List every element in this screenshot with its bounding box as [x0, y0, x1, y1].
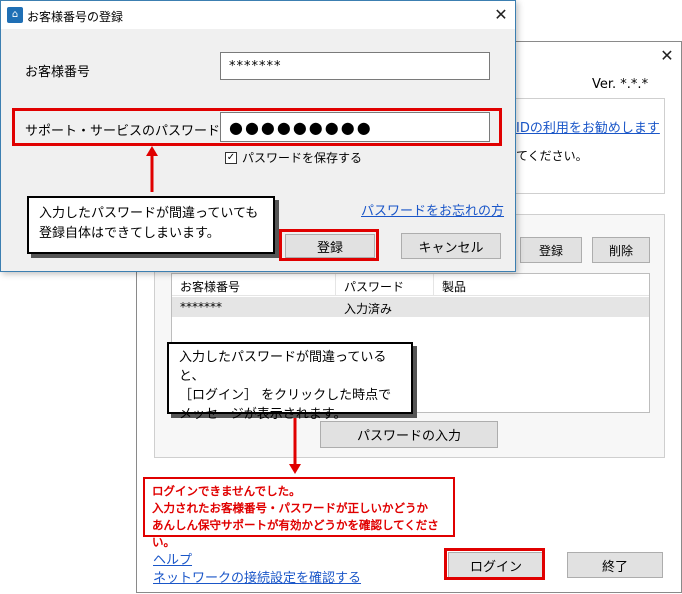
callout-line: 入力したパスワードが間違っていても	[39, 206, 259, 221]
login-error-message: ログインできませんでした。 入力されたお客様番号・パスワードが正しいかどうか あ…	[143, 477, 455, 549]
error-line: 入力されたお客様番号・パスワードが正しいかどうか	[152, 501, 428, 515]
callout-login-warning: 入力したパスワードが間違っていると、 ［ログイン］ をクリックした時点で メッセ…	[167, 342, 413, 422]
arrow-down-head	[289, 464, 301, 474]
arrow-up-head	[146, 146, 158, 156]
error-line: ログインできませんでした。	[152, 484, 301, 498]
callout-line: 登録自体はできてしまいます。	[39, 226, 220, 241]
callout-register-warning: 入力したパスワードが間違っていても 登録自体はできてしまいます。	[27, 196, 275, 254]
callout-line: メッセージが表示されます。	[179, 407, 347, 422]
error-line: あんしん保守サポートが有効かどうかを確認してください。	[152, 518, 439, 549]
callout-line: ［ログイン］ をクリックした時点で	[179, 388, 392, 403]
callout-line: 入力したパスワードが間違っていると、	[179, 350, 387, 384]
